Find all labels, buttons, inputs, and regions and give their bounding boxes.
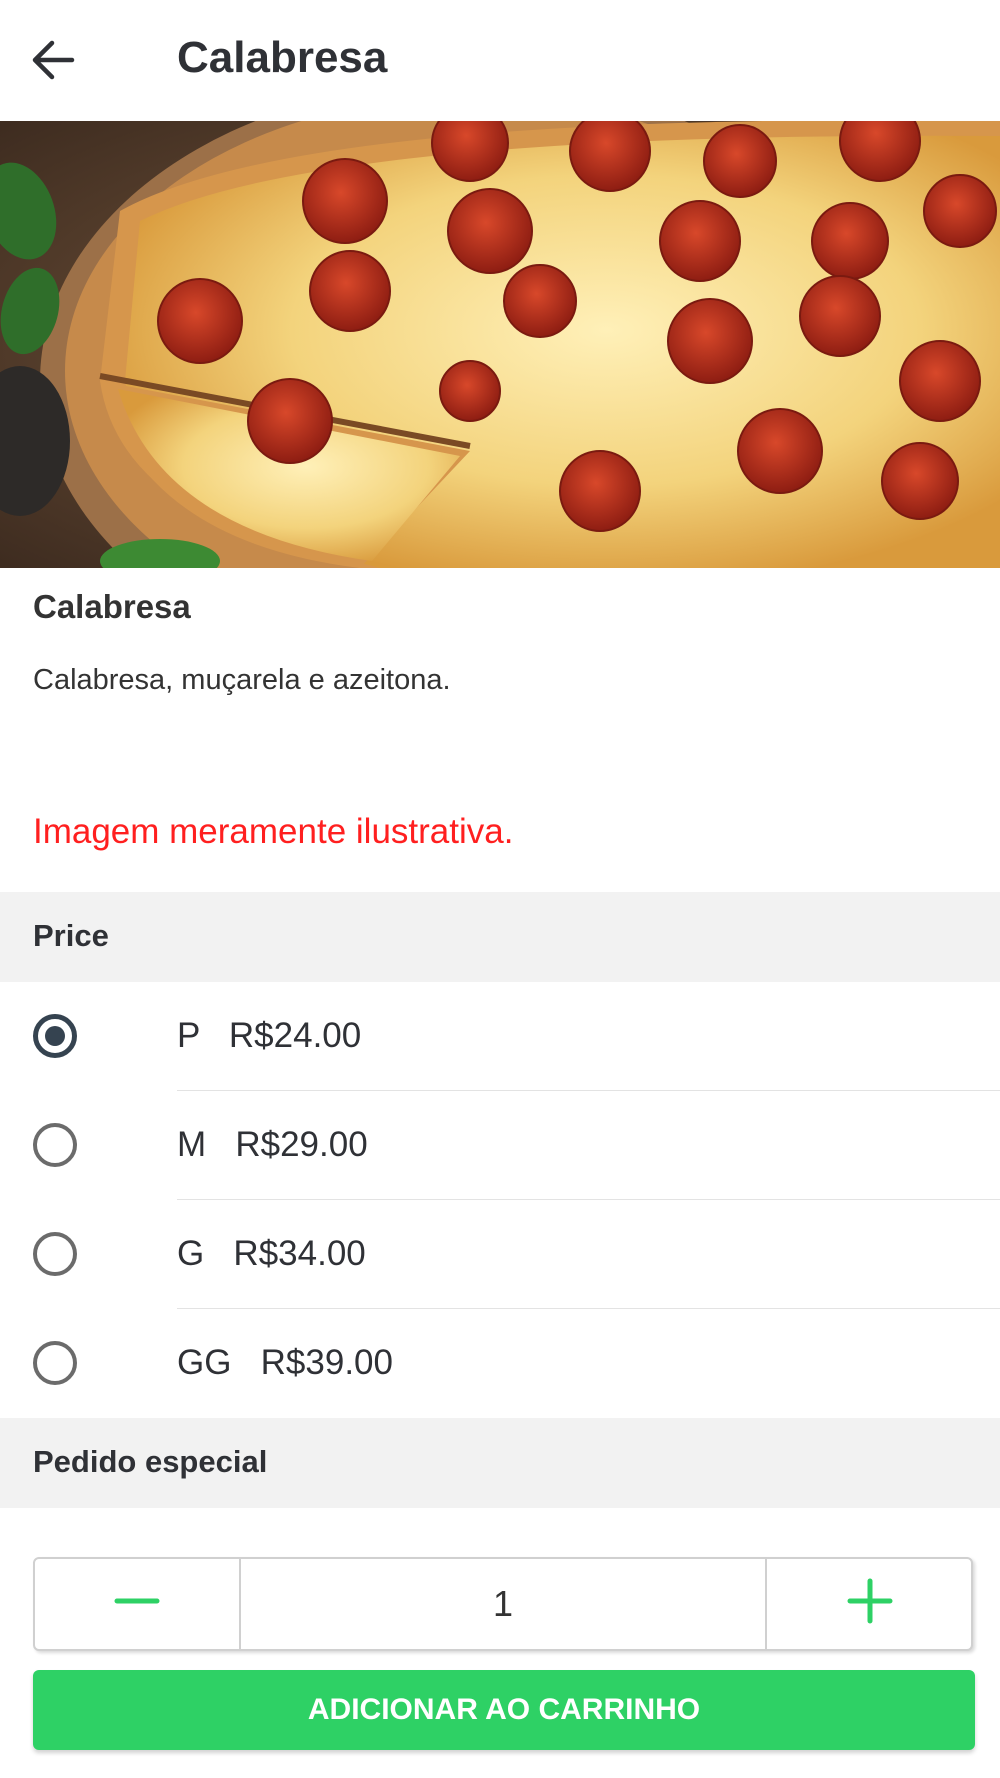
product-description: Calabresa, muçarela e azeitona. (33, 664, 451, 696)
page-title: Calabresa (177, 33, 388, 82)
radio-unselected-icon[interactable] (33, 1232, 77, 1276)
special-request-title: Pedido especial (33, 1444, 268, 1479)
price-option-m[interactable]: M R$29.00 (0, 1091, 1000, 1200)
product-name: Calabresa (33, 588, 191, 625)
price-section-title: Price (33, 918, 109, 953)
back-button[interactable] (28, 34, 80, 86)
image-disclaimer: Imagem meramente ilustrativa. (33, 812, 514, 851)
radio-unselected-icon[interactable] (33, 1341, 77, 1385)
price-section-header: Price (0, 892, 1000, 982)
price-option-label: M R$29.00 (177, 1125, 368, 1164)
price-option-label: G R$34.00 (177, 1234, 366, 1273)
app-bar: Calabresa (0, 0, 1000, 120)
price-option-gg[interactable]: GG R$39.00 (0, 1309, 1000, 1418)
price-option-label: GG R$39.00 (177, 1343, 393, 1382)
radio-selected-icon[interactable] (33, 1014, 77, 1058)
decrement-button[interactable] (35, 1559, 241, 1649)
plus-icon (847, 1578, 893, 1624)
arrow-left-icon (32, 40, 75, 80)
quantity-stepper: 1 (33, 1557, 973, 1651)
price-option-g[interactable]: G R$34.00 (0, 1200, 1000, 1309)
radio-unselected-icon[interactable] (33, 1123, 77, 1167)
price-option-label: P R$24.00 (177, 1016, 362, 1055)
add-to-cart-button[interactable]: ADICIONAR AO CARRINHO (33, 1670, 975, 1750)
price-option-p[interactable]: P R$24.00 (0, 982, 1000, 1091)
quantity-value: 1 (492, 1583, 514, 1624)
minus-icon (114, 1598, 160, 1604)
special-request-header: Pedido especial (0, 1418, 1000, 1508)
product-image (0, 121, 1000, 568)
increment-button[interactable] (765, 1559, 971, 1649)
